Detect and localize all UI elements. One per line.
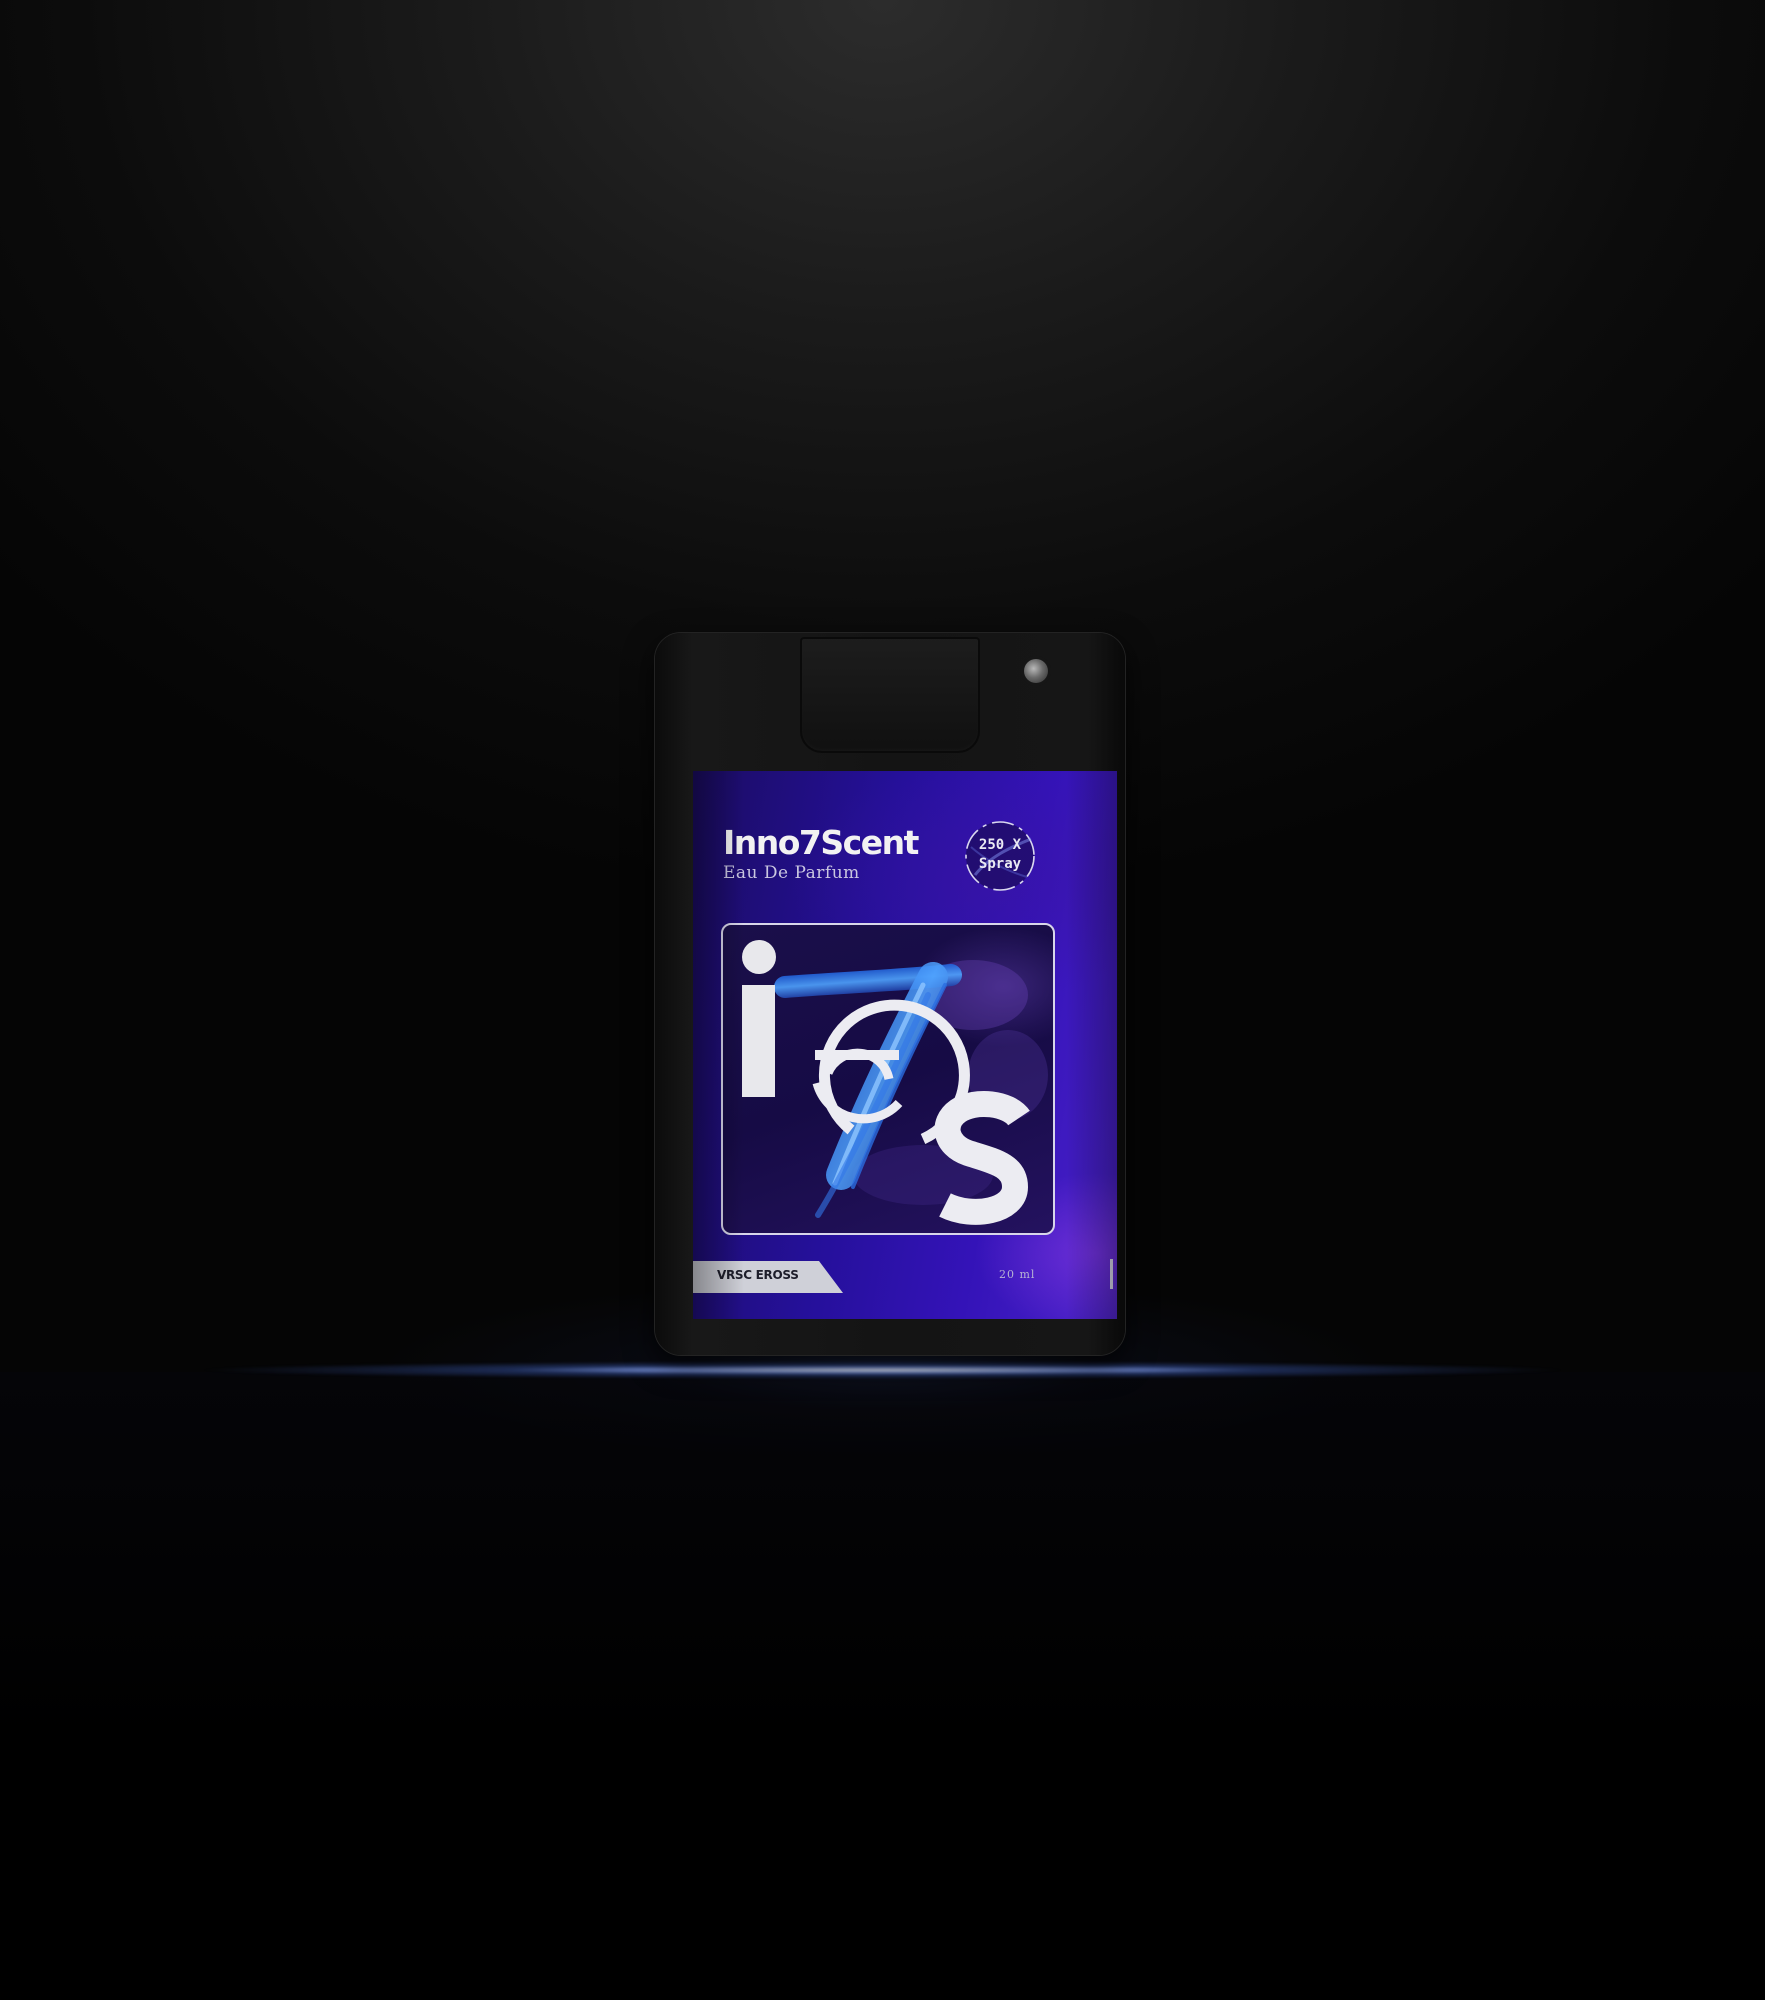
- floor-shadow: [0, 1372, 1765, 2000]
- bottle-label: Inno7Scent Eau De Parfum 250 X Spray VRS…: [693, 771, 1117, 1319]
- product-photo: Inno7Scent Eau De Parfum 250 X Spray VRS…: [0, 0, 1765, 2000]
- spray-nozzle-icon: [1024, 659, 1048, 683]
- perfume-bottle: Inno7Scent Eau De Parfum 250 X Spray VRS…: [655, 633, 1125, 1355]
- logo-panel: [721, 923, 1055, 1235]
- spray-count-badge: 250 X Spray: [961, 817, 1039, 895]
- volume: 20 ml: [999, 1268, 1036, 1281]
- product-type: Eau De Parfum: [723, 863, 860, 883]
- spray-label: Spray: [978, 856, 1022, 872]
- variant-tag: VRSC EROSS: [693, 1261, 843, 1293]
- ios-monogram-logo-icon: [742, 940, 1048, 1225]
- variant-name: VRSC EROSS: [717, 1268, 799, 1282]
- brand-name: Inno7Scent: [723, 823, 919, 862]
- spray-cap: [800, 637, 1048, 753]
- light-line: [200, 1360, 1565, 1380]
- label-edge: [1110, 1259, 1113, 1289]
- spray-count: 250 X: [978, 837, 1022, 853]
